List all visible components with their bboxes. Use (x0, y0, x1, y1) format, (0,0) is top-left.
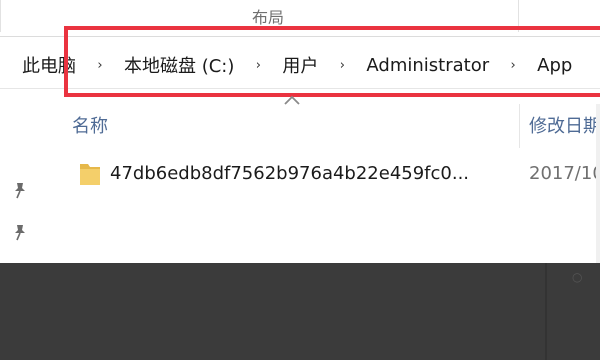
desktop-background (0, 263, 600, 360)
file-date-modified: 2017/10 (529, 163, 600, 184)
address-bar[interactable]: 此电脑 › 本地磁盘 (C:) › 用户 › Administrator › A… (0, 42, 600, 89)
breadcrumb-separator-icon[interactable]: › (236, 58, 280, 73)
ribbon: 布局 (0, 0, 600, 37)
breadcrumb-separator-icon[interactable]: › (491, 58, 535, 73)
background-window-glyph: ○ (572, 270, 583, 284)
breadcrumb: 此电脑 › 本地磁盘 (C:) › 用户 › Administrator › A… (20, 42, 574, 88)
column-header-name[interactable]: 名称 (72, 112, 108, 138)
breadcrumb-users[interactable]: 用户 (280, 52, 320, 78)
ribbon-group-layout-label[interactable]: 布局 (236, 4, 300, 28)
column-divider[interactable] (519, 104, 520, 148)
navigation-pane (0, 144, 40, 263)
breadcrumb-separator-icon[interactable]: › (78, 58, 122, 73)
file-explorer-window: 布局 此电脑 › 本地磁盘 (C:) › 用户 › Administrator … (0, 0, 600, 263)
column-header-date-modified[interactable]: 修改日期 (529, 112, 600, 138)
folder-icon (80, 164, 100, 185)
pin-icon[interactable] (10, 222, 30, 242)
breadcrumb-local-disk[interactable]: 本地磁盘 (C:) (122, 52, 236, 78)
pin-icon[interactable] (10, 180, 30, 200)
file-name: 47db6edb8df7562b976a4b22e459fc0... (110, 163, 470, 184)
table-row[interactable]: 47db6edb8df7562b976a4b22e459fc0... 2017/… (66, 150, 600, 198)
window-edge-divider (545, 263, 547, 360)
ribbon-separator (0, 0, 1, 32)
scrollbar-track[interactable] (596, 104, 600, 263)
breadcrumb-separator-icon[interactable]: › (320, 58, 364, 73)
breadcrumb-appdata[interactable]: App (535, 55, 574, 76)
column-header-row: 名称 修改日期 (0, 104, 600, 148)
ribbon-separator (518, 0, 519, 32)
breadcrumb-administrator[interactable]: Administrator (364, 55, 491, 76)
breadcrumb-this-pc[interactable]: 此电脑 (20, 52, 78, 78)
